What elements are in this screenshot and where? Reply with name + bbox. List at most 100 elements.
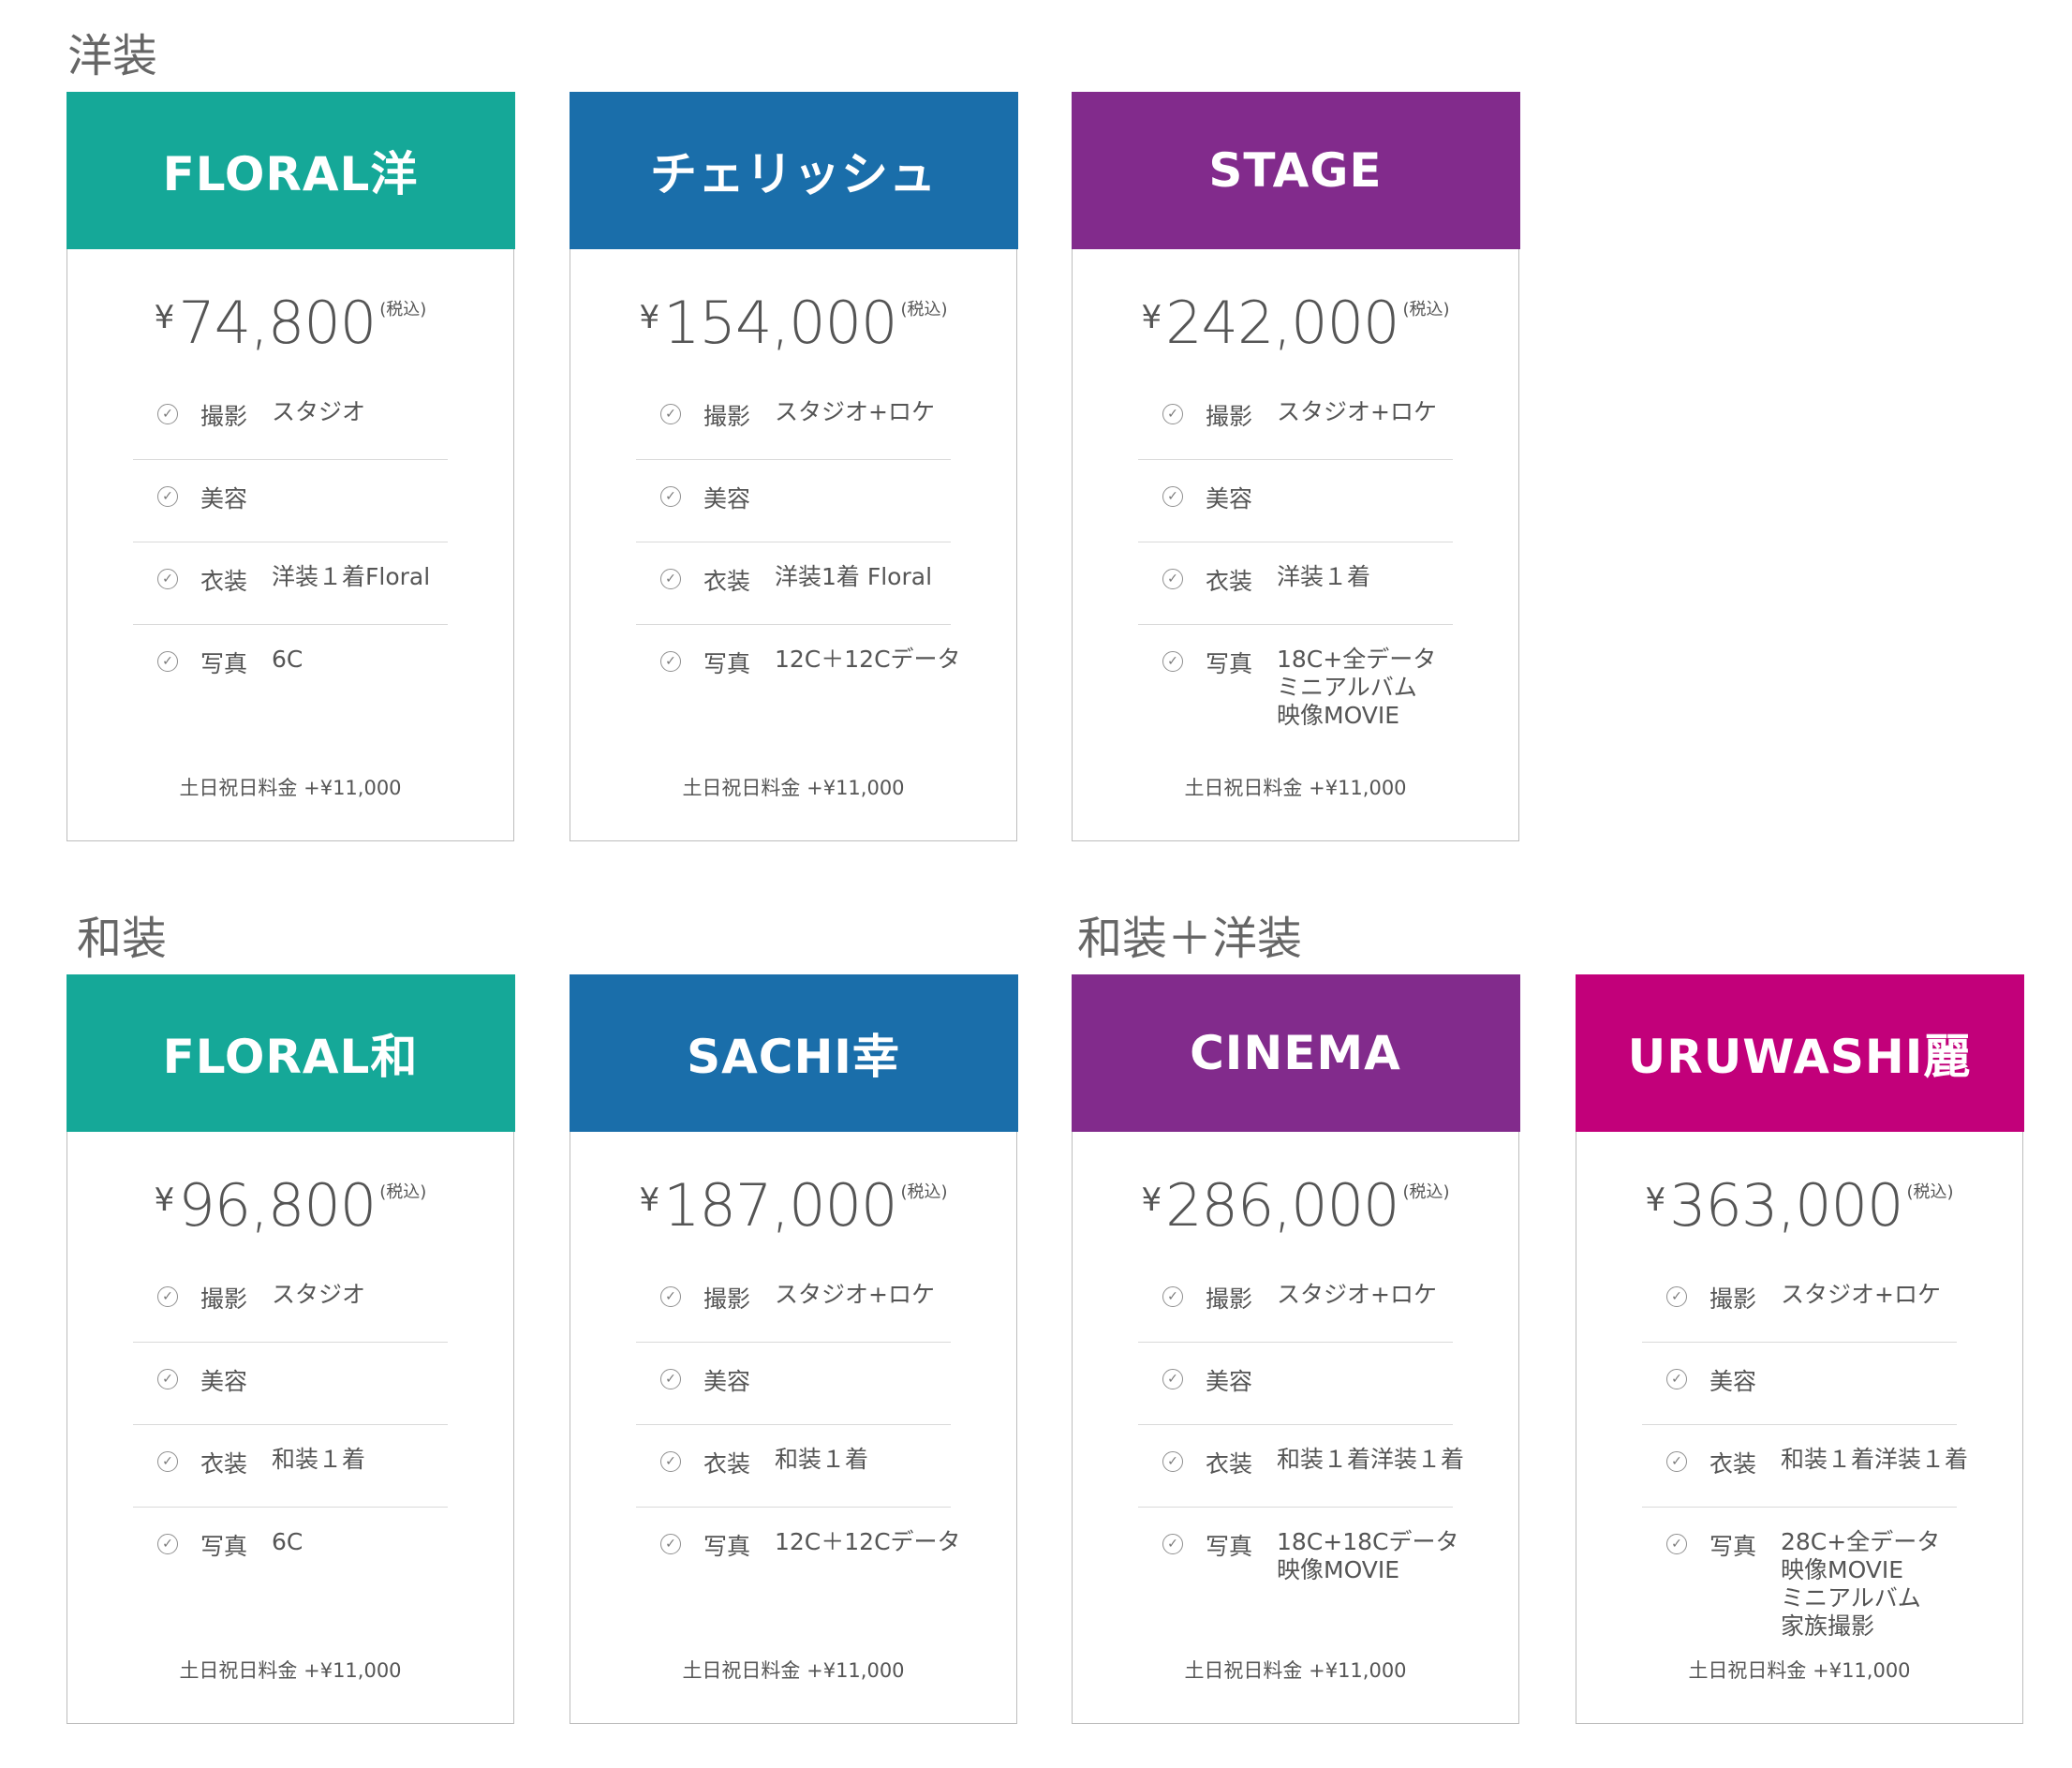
- section-title-japanese: 和装: [77, 913, 168, 965]
- check-circle-icon: ✓: [157, 568, 178, 589]
- weekend-surcharge-note: 土日祝日料金 +¥11,000: [682, 1659, 905, 1682]
- feature-item: ✓ 撮影 スタジオ+ロケ: [636, 1260, 951, 1343]
- feature-item: ✓ 撮影 スタジオ+ロケ: [1138, 1260, 1453, 1343]
- feature-value-line: 映像MOVIE: [1277, 1555, 1400, 1583]
- feature-value-line: スタジオ+ロケ: [1277, 397, 1437, 425]
- feature-value-line: 12C＋12Cデータ: [775, 1527, 961, 1555]
- check-circle-icon: ✓: [157, 1285, 178, 1307]
- feature-item: ✓ 美容: [636, 1343, 951, 1425]
- price-amount: 363,000: [1669, 1170, 1903, 1240]
- feature-value-line: スタジオ+ロケ: [1277, 1280, 1437, 1308]
- feature-label: 美容: [200, 1367, 248, 1395]
- check-circle-icon: ✓: [1666, 1368, 1687, 1389]
- check-circle-icon: ✓: [660, 568, 681, 589]
- feature-value-line: 和装１着: [775, 1445, 869, 1473]
- check-circle-icon: ✓: [157, 485, 178, 507]
- feature-item: ✓ 写真 12C＋12Cデータ: [636, 625, 961, 707]
- feature-value-line: 洋装1着 Floral: [775, 562, 933, 590]
- feature-label: 美容: [200, 484, 248, 513]
- plan-card: FLORAL和 ¥96,800 (税込) ✓ 撮影 スタジオ ✓ 美容 ✓ 衣装 和装１着 ✓ 写真 6C…: [66, 973, 515, 1724]
- feature-value: 28C+全データ 映像MOVIE ミニアルバム 家族撮影: [1781, 1528, 1940, 1641]
- feature-label: 美容: [1709, 1367, 1757, 1395]
- feature-label: 衣装: [200, 567, 248, 595]
- feature-label: 撮影: [200, 1285, 248, 1313]
- feature-value: 12C＋12Cデータ: [775, 1528, 961, 1556]
- feature-value: スタジオ+ロケ: [1277, 1281, 1437, 1309]
- feature-label: 写真: [1206, 1532, 1253, 1560]
- currency-symbol: ¥: [154, 1181, 175, 1219]
- plan-name-header: SACHI幸: [569, 973, 1018, 1132]
- feature-list: ✓ 撮影 スタジオ+ロケ ✓ 美容 ✓ 衣装 洋装1着 Floral ✓ 写真 12C＋12Cデータ: [636, 378, 961, 707]
- plan-card: チェリッシュ ¥154,000 (税込) ✓ 撮影 スタジオ+ロケ ✓ 美容 ✓ 衣装 洋装1着 F…: [569, 91, 1018, 841]
- feature-label: 衣装: [703, 1449, 751, 1478]
- check-circle-icon: ✓: [1666, 1285, 1687, 1307]
- feature-item: ✓ 美容: [1138, 460, 1453, 542]
- plan-price: ¥242,000 (税込): [1073, 289, 1518, 357]
- section-title-mixed: 和装＋洋装: [1077, 913, 1303, 965]
- feature-item: ✓ 撮影 スタジオ+ロケ: [636, 378, 951, 460]
- weekend-surcharge-note: 土日祝日料金 +¥11,000: [179, 777, 402, 799]
- feature-value: 洋装１着Floral: [272, 563, 430, 591]
- plan-card: URUWASHI麗 ¥363,000 (税込) ✓ 撮影 スタジオ+ロケ ✓ 美容 ✓ 衣装 和装１…: [1575, 973, 2024, 1724]
- feature-item: ✓ 撮影 スタジオ+ロケ: [1138, 378, 1453, 460]
- feature-value-line: 和装１着洋装１着: [1277, 1445, 1465, 1473]
- feature-value: スタジオ+ロケ: [775, 398, 935, 426]
- tax-included-note: (税込): [1402, 1181, 1450, 1202]
- feature-value: スタジオ+ロケ: [775, 1281, 935, 1309]
- feature-label: 撮影: [1709, 1285, 1757, 1313]
- check-circle-icon: ✓: [1162, 485, 1183, 507]
- feature-label: 美容: [1206, 1367, 1253, 1395]
- feature-item: ✓ 撮影 スタジオ+ロケ: [1642, 1260, 1957, 1343]
- feature-label: 写真: [200, 649, 248, 677]
- check-circle-icon: ✓: [1162, 1450, 1183, 1472]
- feature-item: ✓ 衣装 洋装1着 Floral: [636, 542, 951, 625]
- currency-symbol: ¥: [1141, 1181, 1162, 1219]
- check-circle-icon: ✓: [660, 403, 681, 424]
- check-circle-icon: ✓: [157, 1450, 178, 1472]
- feature-value-line: 映像MOVIE: [1781, 1555, 1904, 1583]
- feature-label: 撮影: [200, 402, 248, 430]
- weekend-surcharge-note: 土日祝日料金 +¥11,000: [682, 777, 905, 799]
- feature-item: ✓ 美容: [133, 460, 448, 542]
- feature-value-line: 和装１着: [272, 1445, 366, 1473]
- feature-label: 衣装: [1709, 1449, 1757, 1478]
- feature-label: 衣装: [1206, 567, 1253, 595]
- feature-value: スタジオ+ロケ: [1277, 398, 1437, 426]
- plan-card: CINEMA ¥286,000 (税込) ✓ 撮影 スタジオ+ロケ ✓ 美容 ✓ 衣装 和装１着洋装…: [1071, 973, 1520, 1724]
- feature-item: ✓ 衣装 和装１着: [636, 1425, 951, 1508]
- check-circle-icon: ✓: [1162, 650, 1183, 672]
- feature-item: ✓ 撮影 スタジオ: [133, 1260, 448, 1343]
- check-circle-icon: ✓: [1162, 403, 1183, 424]
- feature-value-line: 6C: [272, 645, 303, 673]
- feature-value-line: スタジオ+ロケ: [1781, 1280, 1941, 1308]
- feature-value: 6C: [272, 646, 303, 674]
- weekend-surcharge-note: 土日祝日料金 +¥11,000: [1688, 1659, 1911, 1682]
- price-amount: 242,000: [1165, 288, 1399, 357]
- plan-price: ¥154,000 (税込): [570, 289, 1016, 357]
- weekend-surcharge-note: 土日祝日料金 +¥11,000: [1184, 777, 1407, 799]
- feature-list: ✓ 撮影 スタジオ+ロケ ✓ 美容 ✓ 衣装 和装１着洋装１着 ✓ 写真 18C+18Cデータ 映像M…: [1138, 1260, 1464, 1590]
- feature-item: ✓ 写真 6C: [133, 625, 448, 707]
- feature-item: ✓ 衣装 洋装１着Floral: [133, 542, 448, 625]
- feature-label: 美容: [1206, 484, 1253, 513]
- feature-label: 写真: [703, 1532, 751, 1560]
- feature-label: 美容: [703, 1367, 751, 1395]
- feature-item: ✓ 美容: [1138, 1343, 1453, 1425]
- plan-name-header: STAGE: [1071, 91, 1520, 249]
- feature-value: 和装１着洋装１着: [1781, 1446, 1968, 1474]
- tax-included-note: (税込): [379, 1181, 427, 1202]
- plan-name-header: FLORAL洋: [66, 91, 515, 249]
- feature-list: ✓ 撮影 スタジオ+ロケ ✓ 美容 ✓ 衣装 和装１着洋装１着 ✓ 写真 28C+全データ 映像MOV…: [1642, 1260, 1968, 1641]
- price-amount: 187,000: [663, 1170, 897, 1240]
- feature-label: 撮影: [703, 1285, 751, 1313]
- check-circle-icon: ✓: [1162, 1368, 1183, 1389]
- feature-value: スタジオ+ロケ: [1781, 1281, 1941, 1309]
- plan-card: FLORAL洋 ¥74,800 (税込) ✓ 撮影 スタジオ ✓ 美容 ✓ 衣装 洋装１着Flora…: [66, 91, 515, 841]
- plan-name-header: FLORAL和: [66, 973, 515, 1132]
- check-circle-icon: ✓: [157, 1533, 178, 1554]
- currency-symbol: ¥: [639, 1181, 660, 1219]
- feature-label: 撮影: [703, 402, 751, 430]
- check-circle-icon: ✓: [1666, 1450, 1687, 1472]
- feature-value-line: スタジオ: [272, 397, 366, 425]
- feature-value-line: ミニアルバム: [1781, 1583, 1921, 1612]
